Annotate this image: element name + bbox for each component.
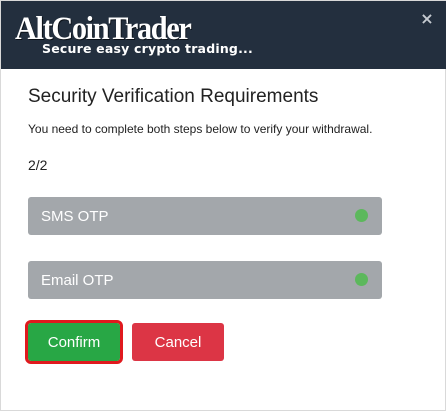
close-icon[interactable]: × xyxy=(417,9,437,29)
security-verification-modal: AltCoinTrader Secure easy crypto trading… xyxy=(0,0,446,411)
cancel-button[interactable]: Cancel xyxy=(132,323,224,361)
logo-tagline: Secure easy crypto trading... xyxy=(42,41,253,56)
sms-verified-dot-icon xyxy=(355,209,368,222)
email-otp-field[interactable]: Email OTP xyxy=(28,261,382,299)
confirm-button[interactable]: Confirm xyxy=(25,320,123,364)
modal-header: AltCoinTrader Secure easy crypto trading… xyxy=(1,1,446,69)
modal-subtitle: You need to complete both steps below to… xyxy=(28,122,373,136)
step-counter: 2/2 xyxy=(28,157,48,173)
sms-otp-label: SMS OTP xyxy=(41,208,109,225)
email-verified-dot-icon xyxy=(355,273,368,286)
modal-title: Security Verification Requirements xyxy=(28,86,319,107)
sms-otp-field[interactable]: SMS OTP xyxy=(28,197,382,235)
altcointrader-logo: AltCoinTrader Secure easy crypto trading… xyxy=(15,11,275,61)
email-otp-label: Email OTP xyxy=(41,272,114,289)
